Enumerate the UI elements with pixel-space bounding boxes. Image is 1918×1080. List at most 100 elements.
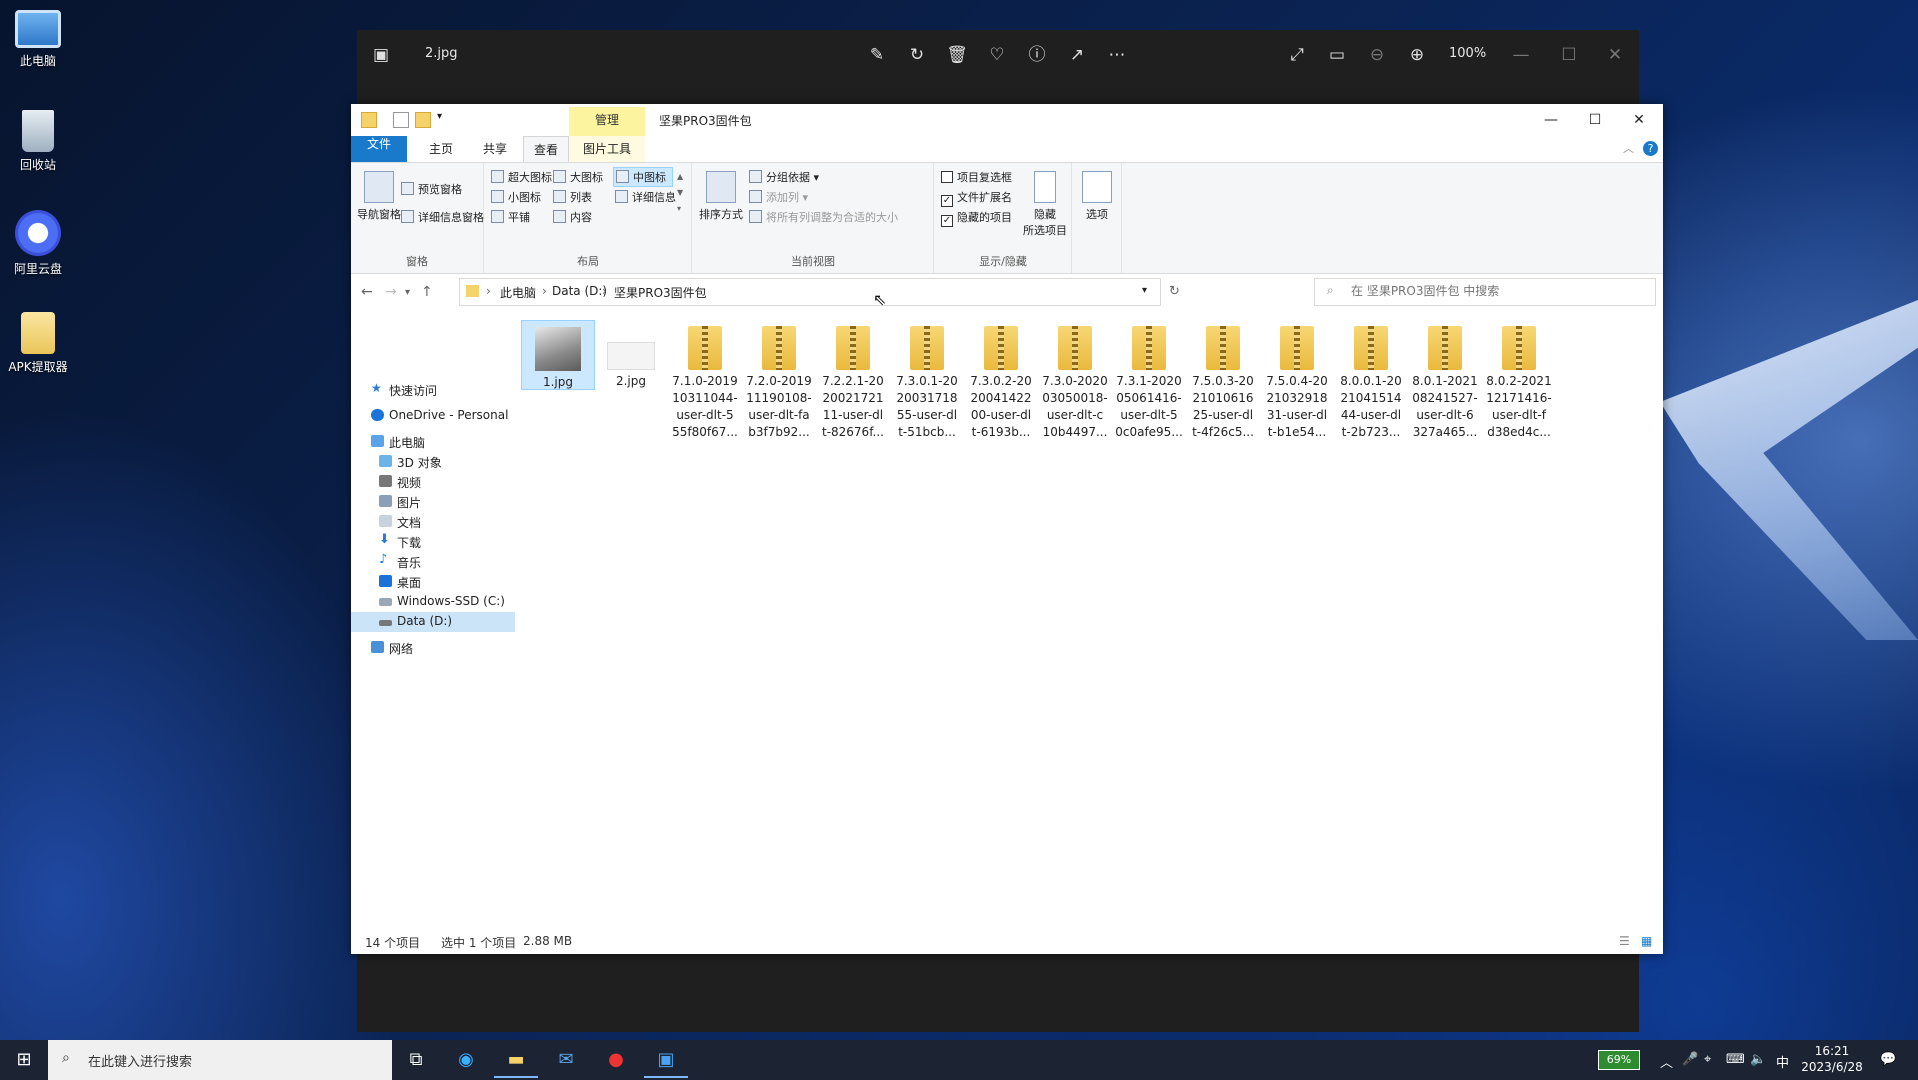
nav-music[interactable]: ♪ 音乐 (351, 552, 515, 572)
help-icon[interactable]: ? (1643, 141, 1658, 156)
layout-tiles[interactable]: 平铺 (491, 209, 530, 225)
microphone-icon[interactable]: 🎤 (1682, 1052, 1698, 1067)
nav-pictures[interactable]: 图片 (351, 492, 515, 512)
minimize-icon[interactable]: — (1509, 43, 1533, 67)
input-method-indicator[interactable]: 中 (1776, 1052, 1789, 1071)
zoom-in-icon[interactable]: ⊕ (1405, 43, 1429, 67)
desktop-icon-aliyun-drive[interactable]: 阿里云盘 (2, 210, 74, 277)
nav-pane-button[interactable]: 导航窗格 (357, 171, 401, 222)
clock[interactable]: 16:21 2023/6/28 (1800, 1043, 1864, 1075)
large-icons-view-icon[interactable]: ▦ (1641, 934, 1652, 948)
maximize-icon[interactable]: ☐ (1573, 106, 1617, 134)
edit-icon[interactable]: ✎ (865, 43, 889, 67)
crumb-this-pc[interactable]: 此电脑 (500, 284, 536, 301)
battery-indicator[interactable]: 69% (1598, 1050, 1640, 1070)
back-icon[interactable]: ← (361, 284, 373, 300)
file-item-zip[interactable]: 8.0.0.1-20 21041514 44-user-dl t-2b723... (1335, 320, 1407, 441)
collapse-ribbon-icon[interactable]: ︿ (1623, 140, 1634, 156)
share-icon[interactable]: ↗ (1065, 43, 1089, 67)
layout-list[interactable]: 列表 (553, 189, 592, 205)
item-checkbox-toggle[interactable]: 项目复选框 (941, 169, 1012, 185)
properties-icon[interactable] (393, 112, 409, 128)
mail-icon[interactable]: ✉ (544, 1044, 588, 1076)
preview-pane-button[interactable]: 预览窗格 (401, 181, 462, 197)
file-item-zip[interactable]: 7.2.0-2019 11190108- user-dlt-fa b3f7b92... (743, 320, 815, 441)
address-box[interactable]: › 此电脑 › Data (D:) › 坚果PRO3固件包 ▾ (459, 278, 1161, 306)
nav-drive-c[interactable]: Windows-SSD (C:) (351, 592, 515, 612)
desktop-icon-apk-extractor[interactable]: APK提取器 (2, 312, 74, 375)
minimize-icon[interactable]: — (1529, 106, 1573, 134)
file-item-zip[interactable]: 7.1.0-2019 10311044- user-dlt-5 55f80f67... (669, 320, 741, 441)
sort-by-button[interactable]: 排序方式 (695, 171, 747, 222)
extensions-toggle[interactable]: ✓ 文件扩展名 (941, 189, 1012, 207)
add-column-button[interactable]: 添加列 ▾ (749, 189, 808, 205)
up-icon[interactable]: ↑ (421, 284, 433, 300)
task-view-icon[interactable]: ⧉ (394, 1044, 438, 1076)
layout-content[interactable]: 内容 (553, 209, 592, 225)
forward-icon[interactable]: → (385, 284, 397, 300)
nav-quick-access[interactable]: ★ 快速访问 (351, 380, 515, 400)
new-folder-icon[interactable] (415, 112, 431, 128)
file-explorer-icon[interactable]: ▬ (494, 1044, 538, 1078)
file-item-zip[interactable]: 7.3.0-2020 03050018- user-dlt-c 10b4497... (1039, 320, 1111, 441)
address-dropdown-icon[interactable]: ▾ (1142, 285, 1147, 296)
desktop-icon-recycle-bin[interactable]: 回收站 (2, 110, 74, 173)
refresh-icon[interactable]: ↻ (1169, 284, 1180, 299)
tab-view[interactable]: 查看 (523, 136, 569, 163)
file-item-zip[interactable]: 7.5.0.4-20 21032918 31-user-dl t-b1e54... (1261, 320, 1333, 441)
crumb-current-folder[interactable]: 坚果PRO3固件包 (614, 284, 707, 301)
context-tab-manage[interactable]: 管理 (569, 107, 645, 136)
file-item-zip[interactable]: 8.0.1-2021 08241527- user-dlt-6 327a465... (1409, 320, 1481, 441)
tab-home[interactable]: 主页 (415, 136, 467, 162)
hidden-items-toggle[interactable]: ✓ 隐藏的项目 (941, 209, 1012, 227)
zoom-out-icon[interactable]: ⊖ (1365, 43, 1389, 67)
nav-downloads[interactable]: ⬇ 下载 (351, 532, 515, 552)
nav-network[interactable]: 网络 (351, 638, 515, 658)
fullscreen-icon[interactable]: ⤢ (1285, 43, 1309, 67)
location-icon[interactable]: ⌖ (1704, 1052, 1711, 1067)
more-icon[interactable]: ⋯ (1105, 43, 1129, 67)
layout-small-icons[interactable]: 小图标 (491, 189, 541, 205)
file-item-zip[interactable]: 7.3.0.1-20 20031718 55-user-dl t-51bcb... (891, 320, 963, 441)
photos-app-icon[interactable]: ▣ (644, 1044, 688, 1078)
file-item-2-jpg[interactable]: 2.jpg (595, 320, 667, 390)
nav-3d-objects[interactable]: 3D 对象 (351, 452, 515, 472)
recent-locations-icon[interactable]: ▾ (405, 287, 410, 298)
search-input[interactable] (1349, 283, 1643, 299)
tab-file[interactable]: 文件 (351, 136, 407, 162)
edge-browser-icon[interactable]: ◉ (444, 1044, 488, 1076)
file-item-zip[interactable]: 7.5.0.3-20 21010616 25-user-dl t-4f26c5... (1187, 320, 1259, 441)
show-hidden-icons-icon[interactable]: ︿ (1660, 1052, 1673, 1071)
details-pane-button[interactable]: 详细信息窗格 (401, 209, 484, 225)
notification-center-icon[interactable]: 💬 (1880, 1052, 1896, 1067)
details-view-icon[interactable]: ☰ (1619, 934, 1630, 948)
layout-xl-icons[interactable]: 超大图标 (491, 169, 552, 185)
nav-videos[interactable]: 视频 (351, 472, 515, 492)
tab-share[interactable]: 共享 (469, 136, 521, 162)
layout-medium-icons[interactable]: 中图标 (613, 167, 673, 187)
favorite-icon[interactable]: ♡ (985, 43, 1009, 67)
fit-columns-button[interactable]: 将所有列调整为合适的大小 (749, 209, 898, 225)
group-by-button[interactable]: 分组依据 ▾ (749, 169, 819, 185)
layout-details[interactable]: 详细信息 (615, 189, 676, 205)
close-icon[interactable]: ✕ (1617, 106, 1661, 134)
options-button[interactable]: 选项 (1077, 171, 1117, 222)
nav-drive-d[interactable]: Data (D:) (351, 612, 515, 632)
customize-quick-access-icon[interactable]: ▾ (437, 111, 442, 122)
taskbar-search[interactable]: ⌕ 在此键入进行搜索 (48, 1040, 392, 1080)
info-icon[interactable]: ⓘ (1025, 43, 1049, 67)
delete-icon[interactable]: 🗑 (945, 43, 969, 67)
maximize-icon[interactable]: ☐ (1557, 43, 1581, 67)
app-icon[interactable]: ● (594, 1044, 638, 1076)
volume-icon[interactable]: 🔈 (1750, 1052, 1766, 1067)
nav-onedrive[interactable]: OneDrive - Personal (351, 406, 515, 426)
file-item-zip[interactable]: 8.0.2-2021 12171416- user-dlt-f d38ed4c... (1483, 320, 1555, 441)
nav-this-pc[interactable]: 此电脑 (351, 432, 515, 452)
network-icon[interactable]: ⌨ (1726, 1052, 1745, 1067)
desktop-icon-this-pc[interactable]: 此电脑 (2, 10, 74, 69)
file-item-zip[interactable]: 7.3.0.2-20 20041422 00-user-dl t-6193b... (965, 320, 1037, 441)
tab-picture-tools[interactable]: 图片工具 (569, 136, 645, 162)
crumb-data-d[interactable]: Data (D:) (552, 284, 607, 298)
fit-window-icon[interactable]: ▭ (1325, 43, 1349, 67)
layout-scroll-icon[interactable]: ▲ ▼ ▾ (677, 169, 683, 217)
